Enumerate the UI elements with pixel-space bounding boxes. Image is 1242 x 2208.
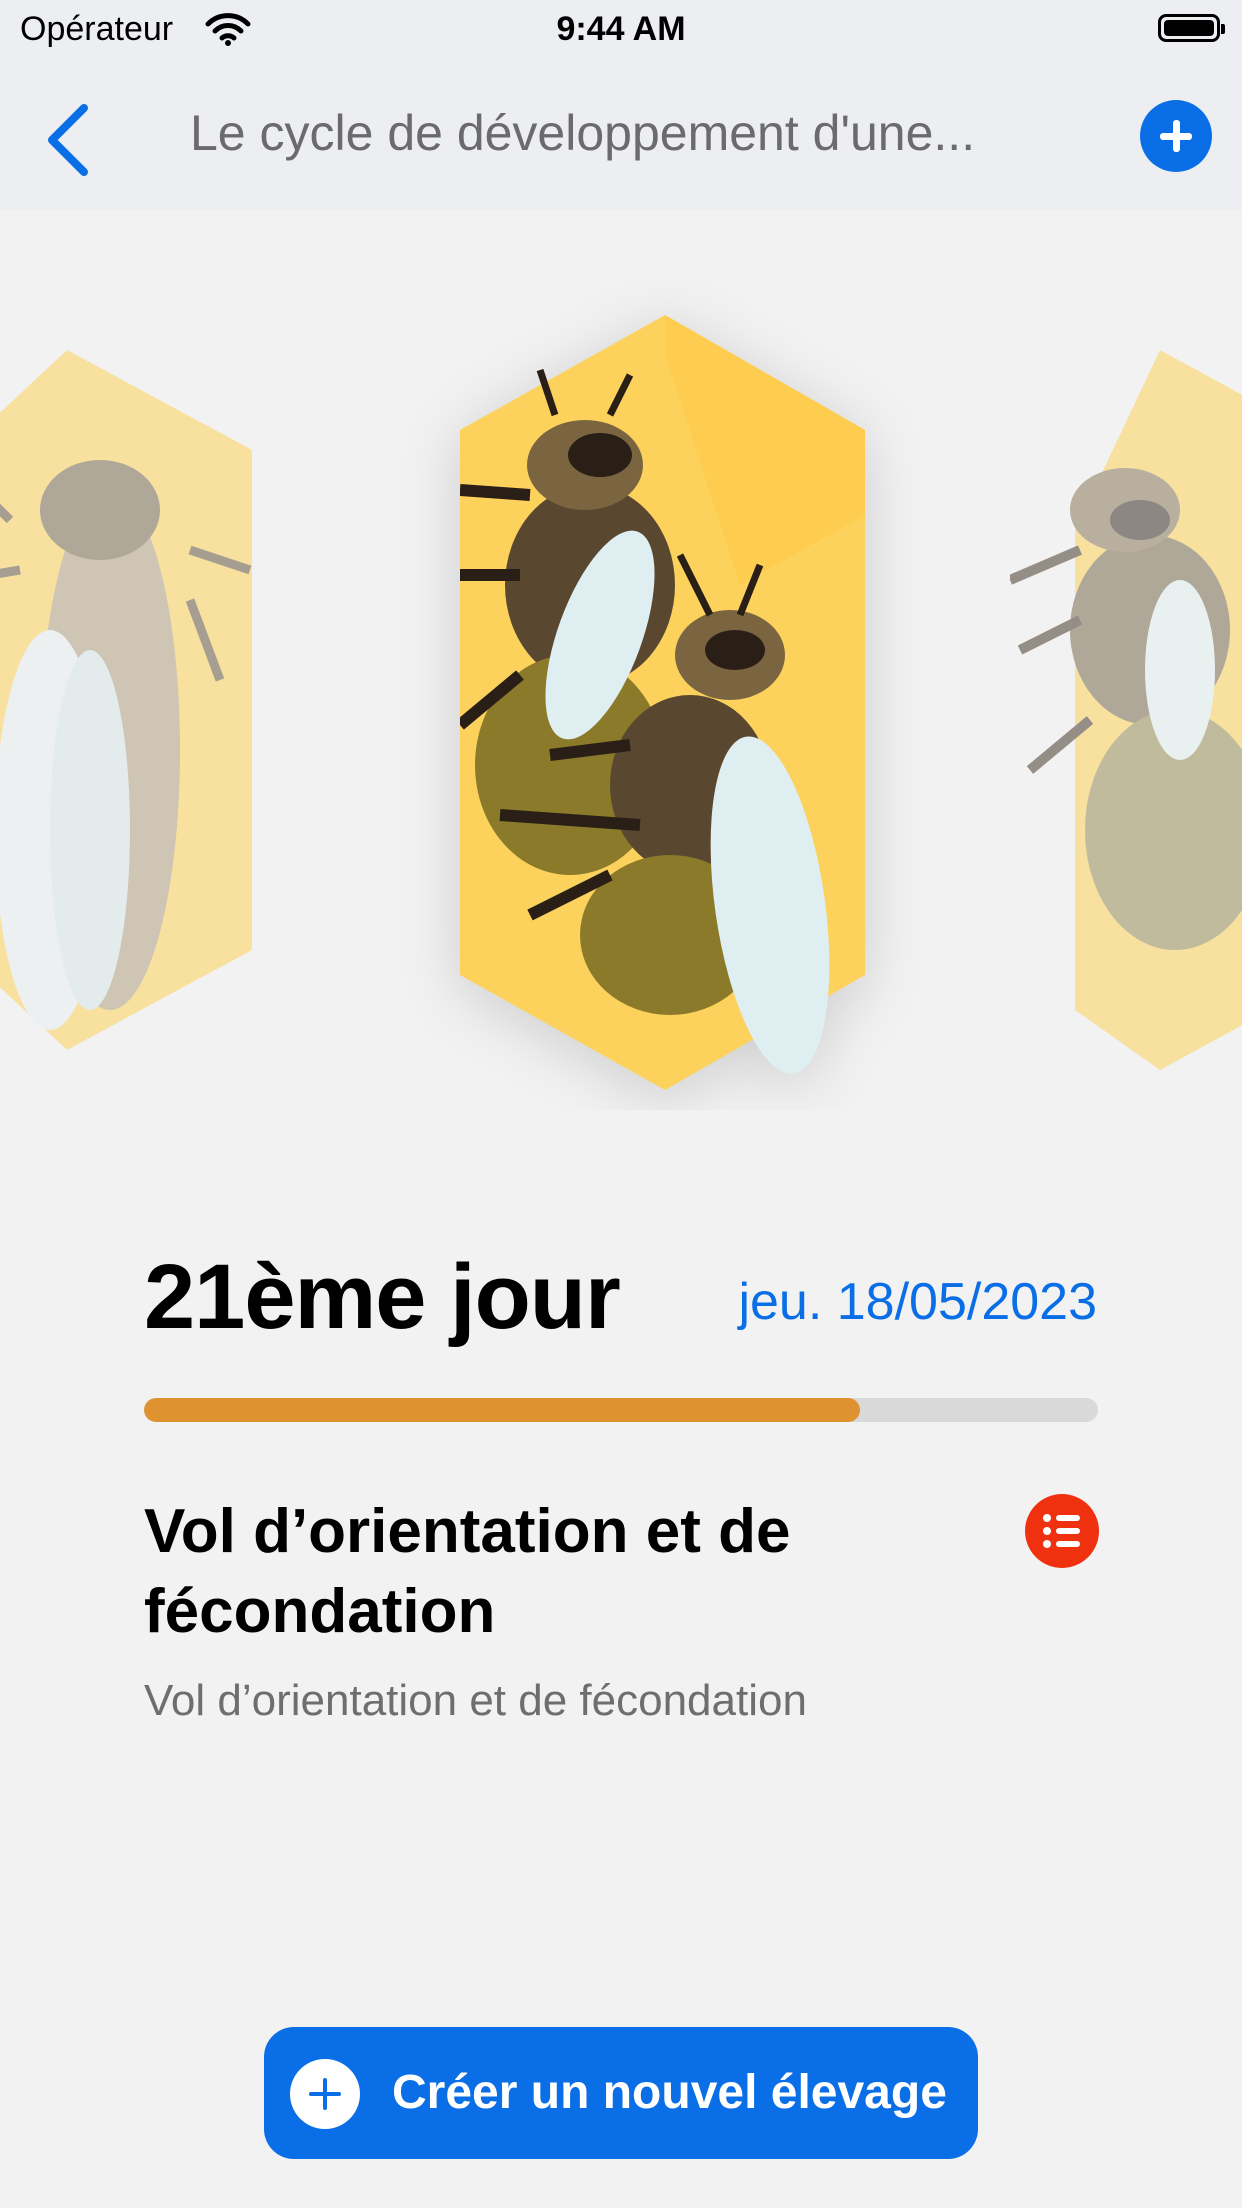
back-chevron-icon bbox=[48, 104, 88, 176]
current-stage-card[interactable] bbox=[460, 315, 870, 1095]
list-button[interactable] bbox=[1025, 1494, 1099, 1568]
nav-title: Le cycle de développement d'une... bbox=[190, 105, 976, 161]
navigation-bar: Le cycle de développement d'une... bbox=[0, 62, 1242, 210]
status-time: 9:44 AM bbox=[556, 10, 686, 48]
create-button-label: Créer un nouvel élevage bbox=[392, 2066, 947, 2119]
create-breeding-button[interactable]: Créer un nouvel élevage bbox=[264, 2027, 978, 2159]
stage-title: Vol d’orientation et de fécondation bbox=[144, 1497, 791, 1646]
development-progress-bar bbox=[144, 1398, 1098, 1422]
date-link[interactable]: jeu. 18/05/2023 bbox=[738, 1272, 1097, 1332]
stage-subtitle: Vol d’orientation et de fécondation bbox=[144, 1676, 807, 1725]
plus-circle-icon[interactable] bbox=[1140, 100, 1212, 172]
list-icon bbox=[1043, 1514, 1080, 1548]
battery-icon bbox=[1158, 14, 1225, 42]
day-title: 21ème jour bbox=[144, 1246, 621, 1348]
next-stage-card[interactable] bbox=[1010, 350, 1242, 1070]
previous-stage-card[interactable] bbox=[0, 350, 260, 1070]
progress-fill bbox=[144, 1398, 860, 1422]
plus-icon bbox=[290, 2059, 360, 2129]
back-button[interactable] bbox=[40, 100, 100, 180]
stage-carousel[interactable] bbox=[0, 210, 1242, 1110]
status-bar: Opérateur 9:44 AM bbox=[0, 0, 1242, 62]
